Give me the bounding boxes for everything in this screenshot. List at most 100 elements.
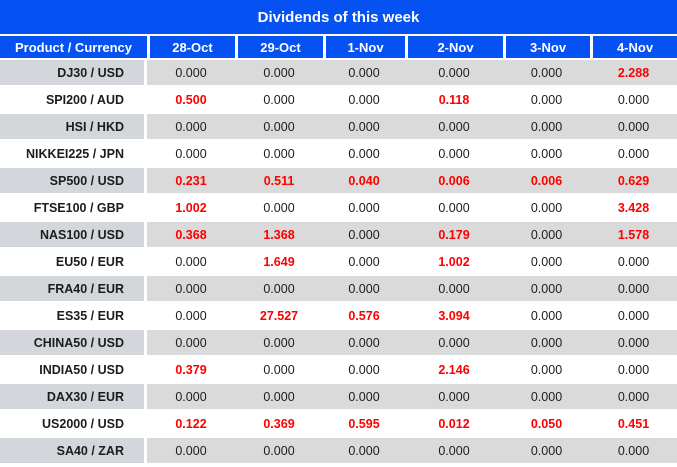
dividend-value-cell: 0.000 [323, 60, 405, 87]
dividend-value-cell: 0.122 [147, 411, 235, 438]
product-cell-us2000-usd: US2000 / USD [0, 411, 147, 438]
table-row: DJ30 / USD 0.000 0.000 0.000 0.000 0.000 2.288 [0, 60, 677, 87]
dividend-value-cell: 0.000 [323, 87, 405, 114]
dividend-value-cell: 0.231 [147, 168, 235, 195]
dividend-value-cell: 0.000 [323, 222, 405, 249]
dividend-value-cell: 0.000 [147, 303, 235, 330]
dividend-value-cell: 0.000 [405, 384, 503, 411]
dividend-value-cell: 0.000 [147, 438, 235, 465]
dividends-table: Product / Currency 28-Oct 29-Oct 1-Nov 2-Nov… [0, 36, 677, 465]
dividend-value-cell: 1.002 [405, 249, 503, 276]
dividend-value-cell: 0.629 [590, 168, 677, 195]
dividend-value-cell: 0.000 [503, 195, 590, 222]
dividends-widget: Dividends of this week Product / Currenc… [0, 0, 677, 467]
table-row: HSI / HKD 0.000 0.000 0.000 0.000 0.000 0.000 [0, 114, 677, 141]
dividend-value-cell: 0.000 [147, 141, 235, 168]
column-header-29-oct: 29-Oct [235, 36, 323, 60]
dividend-value-cell: 0.000 [323, 330, 405, 357]
dividend-value-cell: 0.500 [147, 87, 235, 114]
dividend-value-cell: 0.000 [235, 438, 323, 465]
dividend-value-cell: 0.000 [503, 249, 590, 276]
table-row: DAX30 / EUR 0.000 0.000 0.000 0.000 0.000 0.00… [0, 384, 677, 411]
dividend-value-cell: 0.000 [405, 330, 503, 357]
table-row: NAS100 / USD 0.368 1.368 0.000 0.179 0.000 1.5… [0, 222, 677, 249]
column-header-product-currency: Product / Currency [0, 36, 147, 60]
dividend-value-cell: 0.006 [405, 168, 503, 195]
dividend-value-cell: 0.000 [405, 114, 503, 141]
dividend-value-cell: 0.000 [323, 249, 405, 276]
dividend-value-cell: 0.000 [235, 60, 323, 87]
dividend-value-cell: 0.000 [323, 114, 405, 141]
dividend-value-cell: 0.000 [590, 357, 677, 384]
product-cell-nas100-usd: NAS100 / USD [0, 222, 147, 249]
dividend-value-cell: 0.000 [503, 141, 590, 168]
column-header-3-nov: 3-Nov [503, 36, 590, 60]
table-row: NIKKEI225 / JPN 0.000 0.000 0.000 0.000 0.000… [0, 141, 677, 168]
dividend-value-cell: 0.000 [323, 141, 405, 168]
dividend-value-cell: 0.000 [590, 384, 677, 411]
dividend-value-cell: 0.000 [503, 384, 590, 411]
dividend-value-cell: 2.288 [590, 60, 677, 87]
dividend-value-cell: 0.000 [503, 114, 590, 141]
product-cell-ftse100-gbp: FTSE100 / GBP [0, 195, 147, 222]
dividend-value-cell: 0.000 [503, 357, 590, 384]
table-row: SP500 / USD 0.231 0.511 0.040 0.006 0.006 0.62… [0, 168, 677, 195]
dividend-value-cell: 0.000 [405, 195, 503, 222]
dividend-value-cell: 1.578 [590, 222, 677, 249]
dividend-value-cell: 0.000 [503, 303, 590, 330]
dividend-value-cell: 0.000 [147, 276, 235, 303]
dividend-value-cell: 1.002 [147, 195, 235, 222]
dividend-value-cell: 0.000 [235, 330, 323, 357]
dividend-value-cell: 0.000 [503, 276, 590, 303]
product-cell-spi200-aud: SPI200 / AUD [0, 87, 147, 114]
dividend-value-cell: 0.379 [147, 357, 235, 384]
dividend-value-cell: 0.000 [405, 60, 503, 87]
dividend-value-cell: 0.000 [590, 303, 677, 330]
table-body: DJ30 / USD 0.000 0.000 0.000 0.000 0.000 2.288… [0, 60, 677, 465]
dividend-value-cell: 0.369 [235, 411, 323, 438]
dividend-value-cell: 0.000 [323, 438, 405, 465]
dividend-value-cell: 0.000 [590, 87, 677, 114]
dividend-value-cell: 0.000 [147, 330, 235, 357]
dividend-value-cell: 3.094 [405, 303, 503, 330]
dividend-value-cell: 0.040 [323, 168, 405, 195]
product-cell-china50-usd: CHINA50 / USD [0, 330, 147, 357]
product-cell-sp500-usd: SP500 / USD [0, 168, 147, 195]
dividend-value-cell: 2.146 [405, 357, 503, 384]
product-cell-dj30-usd: DJ30 / USD [0, 60, 147, 87]
dividend-value-cell: 0.000 [590, 330, 677, 357]
dividend-value-cell: 3.428 [590, 195, 677, 222]
dividend-value-cell: 0.000 [323, 276, 405, 303]
table-row: US2000 / USD 0.122 0.369 0.595 0.012 0.050 0.4… [0, 411, 677, 438]
dividend-value-cell: 0.000 [323, 357, 405, 384]
table-title: Dividends of this week [0, 0, 677, 36]
dividend-value-cell: 0.368 [147, 222, 235, 249]
dividend-value-cell: 1.649 [235, 249, 323, 276]
product-cell-dax30-eur: DAX30 / EUR [0, 384, 147, 411]
column-header-4-nov: 4-Nov [590, 36, 677, 60]
dividend-value-cell: 0.000 [147, 60, 235, 87]
table-row: SA40 / ZAR 0.000 0.000 0.000 0.000 0.000 0.000 [0, 438, 677, 465]
table-row: SPI200 / AUD 0.500 0.000 0.000 0.118 0.000 0.0… [0, 87, 677, 114]
dividend-value-cell: 0.511 [235, 168, 323, 195]
table-row: FTSE100 / GBP 1.002 0.000 0.000 0.000 0.000 3.… [0, 195, 677, 222]
dividend-value-cell: 0.000 [590, 141, 677, 168]
dividend-value-cell: 0.006 [503, 168, 590, 195]
dividend-value-cell: 0.000 [235, 276, 323, 303]
product-cell-eu50-eur: EU50 / EUR [0, 249, 147, 276]
dividend-value-cell: 0.000 [323, 195, 405, 222]
dividend-value-cell: 0.118 [405, 87, 503, 114]
dividend-value-cell: 0.000 [503, 438, 590, 465]
dividend-value-cell: 0.000 [235, 384, 323, 411]
column-header-2-nov: 2-Nov [405, 36, 503, 60]
dividend-value-cell: 0.595 [323, 411, 405, 438]
dividend-value-cell: 0.012 [405, 411, 503, 438]
dividend-value-cell: 0.000 [503, 222, 590, 249]
product-cell-nikkei225-jpn: NIKKEI225 / JPN [0, 141, 147, 168]
column-header-1-nov: 1-Nov [323, 36, 405, 60]
dividend-value-cell: 0.576 [323, 303, 405, 330]
dividend-value-cell: 0.050 [503, 411, 590, 438]
dividend-value-cell: 0.000 [503, 87, 590, 114]
column-header-28-oct: 28-Oct [147, 36, 235, 60]
product-cell-sa40-zar: SA40 / ZAR [0, 438, 147, 465]
